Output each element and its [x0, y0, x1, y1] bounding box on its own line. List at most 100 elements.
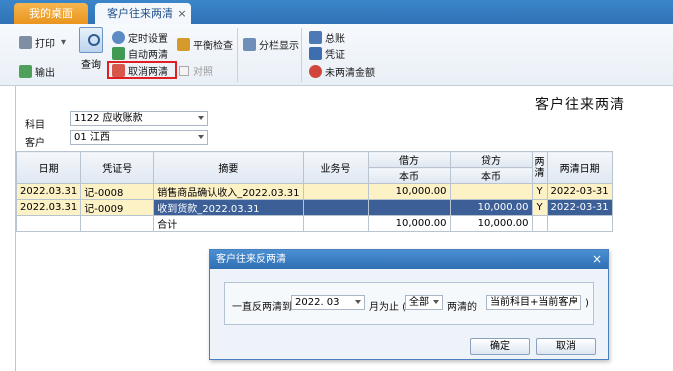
chevron-down-icon	[433, 300, 439, 304]
cell-reconcile-date: 2022-03-31	[546, 199, 613, 216]
col-debit[interactable]: 借方	[367, 151, 451, 168]
cell-credit	[449, 183, 533, 200]
auto-reconcile-label: 自动两清	[128, 50, 168, 61]
total-label: 合计	[153, 215, 304, 232]
tab-bar: 我的桌面 客户往来两清 ×	[0, 0, 673, 24]
compare-label: 对照	[193, 67, 213, 78]
customer-label: 客户	[25, 138, 45, 149]
tab-close-icon[interactable]: ×	[175, 3, 189, 24]
cell-reconcile-date: 2022-03-31	[546, 183, 613, 200]
cell-date: 2022.03.31	[15, 199, 82, 216]
cell-empty	[531, 215, 548, 232]
compare-checkbox[interactable]: 对照	[179, 63, 213, 78]
scope-value: 全部	[409, 297, 429, 308]
page-title: 客户往来两清	[535, 97, 625, 113]
split-view-button[interactable]: 分栏显示	[243, 37, 299, 52]
col-business-no[interactable]: 业务号	[302, 151, 369, 184]
query-button[interactable]: 查询	[78, 27, 104, 71]
ok-button[interactable]: 确定	[470, 338, 530, 355]
cell-flag: Y	[531, 199, 548, 216]
toolbar: 打印 ▾ 输出 查询 定时设置 自动两清 取消两清 平衡检查 对照 分栏显示 总…	[0, 24, 673, 86]
col-summary[interactable]: 摘要	[153, 151, 304, 184]
voucher-icon	[309, 47, 322, 60]
subject-select[interactable]: 1122 应收账款	[70, 111, 208, 126]
col-credit-currency: 本币	[449, 167, 533, 184]
period-value: 2022. 03	[295, 297, 340, 308]
cell-debit	[367, 199, 451, 216]
query-label: 查询	[81, 60, 101, 71]
cell-summary: 收到货款_2022.03.31	[153, 199, 304, 216]
timer-settings-button[interactable]: 定时设置	[112, 30, 168, 45]
total-credit: 10,000.00	[449, 215, 533, 232]
ledger-icon	[309, 31, 322, 44]
unreconciled-amount-label: 未两清金额	[325, 68, 375, 79]
timer-settings-label: 定时设置	[128, 34, 168, 45]
cell-flag: Y	[531, 183, 548, 200]
print-button[interactable]: 打印 ▾	[19, 35, 66, 50]
auto-reconcile-button[interactable]: 自动两清	[112, 46, 168, 61]
chevron-down-icon[interactable]: ▾	[61, 37, 66, 48]
cell-empty	[302, 215, 369, 232]
target-value: 当前科目+当前客户	[490, 297, 579, 308]
export-label: 输出	[35, 68, 55, 79]
export-button[interactable]: 输出	[19, 64, 55, 79]
clock-icon	[112, 31, 125, 44]
separator	[301, 28, 302, 82]
customer-value: 01 江西	[74, 132, 110, 143]
col-voucher-no[interactable]: 凭证号	[80, 151, 155, 184]
ledger-button[interactable]: 总账	[309, 30, 345, 45]
ledger-label: 总账	[325, 34, 345, 45]
tab-my-desktop[interactable]: 我的桌面	[14, 3, 88, 24]
col-debit-currency: 本币	[367, 167, 451, 184]
checkbox-icon	[179, 65, 189, 76]
dialog-title: 客户往来反两清	[216, 254, 286, 265]
highlight-callout	[107, 61, 177, 79]
split-view-label: 分栏显示	[259, 41, 299, 52]
dialog-options-group: 一直反两清到 2022. 03 月为止 ( 全部 两清的 当前科目+当前客户 )	[224, 282, 594, 325]
chevron-down-icon	[198, 135, 204, 139]
col-reconciled[interactable]: 两清	[531, 151, 548, 184]
subject-value: 1122 应收账款	[74, 113, 143, 124]
cell-empty	[80, 215, 155, 232]
dialog-title-bar: 客户往来反两清 ×	[210, 250, 608, 269]
cell-business	[302, 183, 369, 200]
month-label: 月为止 (	[369, 302, 407, 313]
cell-empty	[15, 215, 82, 232]
cell-business	[302, 199, 369, 216]
subject-label: 科目	[25, 120, 45, 131]
close-paren: )	[585, 298, 589, 309]
export-icon	[19, 65, 32, 78]
total-debit: 10,000.00	[367, 215, 451, 232]
period-select[interactable]: 2022. 03	[291, 295, 365, 310]
col-reconcile-date[interactable]: 两清日期	[546, 151, 613, 184]
table-row[interactable]: 2022.03.31 记-0008 销售商品确认收入_2022.03.31 10…	[15, 183, 613, 200]
close-icon[interactable]: ×	[592, 250, 602, 269]
table-row[interactable]: 2022.03.31 记-0009 收到货款_2022.03.31 10,000…	[15, 199, 613, 216]
scale-icon	[177, 38, 190, 51]
chevron-down-icon	[355, 300, 361, 304]
reverse-reconcile-dialog: 客户往来反两清 × 一直反两清到 2022. 03 月为止 ( 全部 两清的 当…	[209, 249, 609, 360]
reconciled-of-label: 两清的	[447, 302, 477, 313]
cancel-button[interactable]: 取消	[536, 338, 596, 355]
cell-voucher: 记-0008	[80, 183, 155, 200]
cell-date: 2022.03.31	[15, 183, 82, 200]
print-label: 打印	[35, 39, 55, 50]
unreconciled-amount-button[interactable]: 未两清金额	[309, 64, 375, 79]
unreconciled-icon	[309, 65, 322, 78]
voucher-label: 凭证	[325, 50, 345, 61]
voucher-button[interactable]: 凭证	[309, 46, 345, 61]
reconcile-table: 日期 凭证号 摘要 业务号 借方 贷方 两清 两清日期 本币 本币 2022.0…	[15, 151, 613, 232]
customer-select[interactable]: 01 江西	[70, 130, 208, 145]
target-select[interactable]: 当前科目+当前客户	[486, 295, 581, 310]
chevron-down-icon	[571, 300, 577, 304]
columns-icon	[243, 38, 256, 51]
cell-empty	[546, 215, 613, 232]
cell-voucher: 记-0009	[80, 199, 155, 216]
reverse-prefix-label: 一直反两清到	[232, 302, 292, 313]
chevron-down-icon	[198, 116, 204, 120]
balance-check-button[interactable]: 平衡检查	[177, 37, 233, 52]
table-total-row: 合计 10,000.00 10,000.00	[15, 215, 613, 232]
col-date[interactable]: 日期	[15, 151, 82, 184]
col-credit[interactable]: 贷方	[449, 151, 533, 168]
scope-select[interactable]: 全部	[405, 295, 443, 310]
